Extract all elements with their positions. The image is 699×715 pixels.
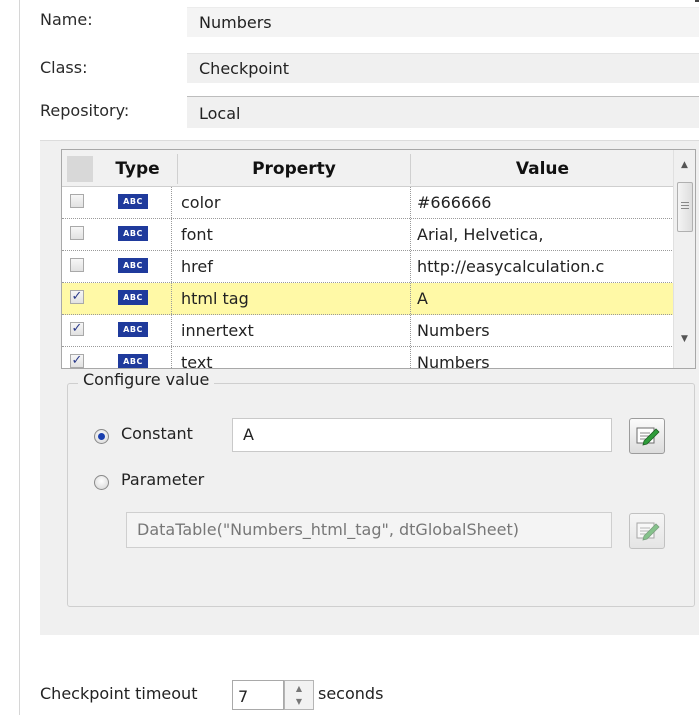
- scroll-thumb[interactable]: [677, 182, 693, 232]
- column-header-value[interactable]: Value: [411, 150, 674, 186]
- string-type-icon: ABC: [118, 322, 148, 337]
- value-cell[interactable]: A: [417, 283, 672, 314]
- table-row[interactable]: ✓ ABC innertext Numbers: [62, 315, 674, 347]
- configure-value-group: [67, 383, 695, 607]
- property-grid: Type Property Value ABC color #666666 AB…: [61, 149, 696, 369]
- edit-icon: [636, 522, 660, 541]
- row-checkbox-checked[interactable]: ✓: [70, 354, 84, 368]
- edit-parameter-button[interactable]: [629, 513, 665, 549]
- window-edge-mark: [695, 0, 699, 2]
- string-type-icon: ABC: [118, 290, 148, 305]
- table-row-selected[interactable]: ✓ ABC html tag A: [62, 283, 674, 315]
- property-cell: innertext: [181, 321, 254, 340]
- name-label: Name:: [40, 10, 93, 29]
- value-cell[interactable]: Arial, Helvetica,: [417, 219, 672, 250]
- configure-value-legend: Configure value: [78, 370, 215, 389]
- class-field: Checkpoint: [187, 53, 699, 83]
- property-cell: text: [181, 353, 213, 369]
- grid-header: Type Property Value: [62, 150, 674, 187]
- scroll-up-arrow-icon[interactable]: ▲: [674, 156, 695, 174]
- timeout-input[interactable]: 7: [232, 680, 284, 710]
- value-cell[interactable]: http://easycalculation.c: [417, 251, 672, 282]
- timeout-spinner[interactable]: ▲ ▼: [284, 680, 314, 710]
- table-row[interactable]: ABC font Arial, Helvetica,: [62, 219, 674, 251]
- value-cell[interactable]: #666666: [417, 187, 672, 218]
- property-cell: html tag: [181, 289, 249, 308]
- spin-up-icon[interactable]: ▲: [285, 682, 313, 695]
- constant-label[interactable]: Constant: [121, 424, 193, 443]
- parameter-radio[interactable]: [94, 475, 109, 490]
- header-select-all-box[interactable]: [67, 156, 93, 182]
- left-divider: [19, 0, 20, 715]
- parameter-value-input[interactable]: DataTable("Numbers_html_tag", dtGlobalSh…: [126, 512, 612, 548]
- constant-value-input[interactable]: A: [232, 418, 612, 452]
- string-type-icon: ABC: [118, 226, 148, 241]
- edit-icon: [636, 427, 660, 446]
- repository-label: Repository:: [40, 101, 130, 120]
- string-type-icon: ABC: [118, 258, 148, 273]
- property-cell: font: [181, 225, 213, 244]
- column-divider: [410, 187, 411, 368]
- value-cell[interactable]: Numbers: [417, 315, 672, 346]
- edit-constant-button[interactable]: [629, 418, 665, 454]
- timeout-value: 7: [238, 687, 249, 706]
- table-row[interactable]: ABC color #666666: [62, 187, 674, 219]
- grip-line: [681, 202, 689, 203]
- grip-line: [681, 208, 689, 209]
- grip-line: [681, 205, 689, 206]
- column-header-property[interactable]: Property: [178, 150, 410, 186]
- value-cell[interactable]: Numbers: [417, 347, 672, 368]
- spin-down-icon[interactable]: ▼: [285, 695, 313, 708]
- scroll-down-arrow-icon[interactable]: ▼: [674, 330, 695, 348]
- column-header-type[interactable]: Type: [98, 150, 177, 186]
- row-checkbox[interactable]: [70, 226, 84, 240]
- row-checkbox[interactable]: [70, 258, 84, 272]
- table-row[interactable]: ABC href http://easycalculation.c: [62, 251, 674, 283]
- property-cell: href: [181, 257, 213, 276]
- radio-selected-dot: [98, 433, 105, 440]
- checkpoint-timeout-label: Checkpoint timeout: [40, 684, 198, 703]
- string-type-icon: ABC: [118, 194, 148, 209]
- column-divider: [171, 187, 172, 368]
- class-label: Class:: [40, 58, 88, 77]
- row-checkbox-checked[interactable]: ✓: [70, 322, 84, 336]
- row-checkbox[interactable]: [70, 194, 84, 208]
- repository-field: Local: [187, 96, 699, 128]
- string-type-icon: ABC: [118, 354, 148, 368]
- row-checkbox-checked[interactable]: ✓: [70, 290, 84, 304]
- name-field[interactable]: Numbers: [187, 7, 699, 37]
- parameter-label[interactable]: Parameter: [121, 470, 204, 489]
- constant-radio[interactable]: [94, 429, 109, 444]
- table-row[interactable]: ✓ ABC text Numbers: [62, 347, 674, 369]
- property-cell: color: [181, 193, 221, 212]
- grid-rows: ABC color #666666 ABC font Arial, Helvet…: [62, 187, 674, 369]
- timeout-unit-label: seconds: [318, 684, 384, 703]
- grid-scrollbar[interactable]: ▲ ▼: [673, 150, 695, 368]
